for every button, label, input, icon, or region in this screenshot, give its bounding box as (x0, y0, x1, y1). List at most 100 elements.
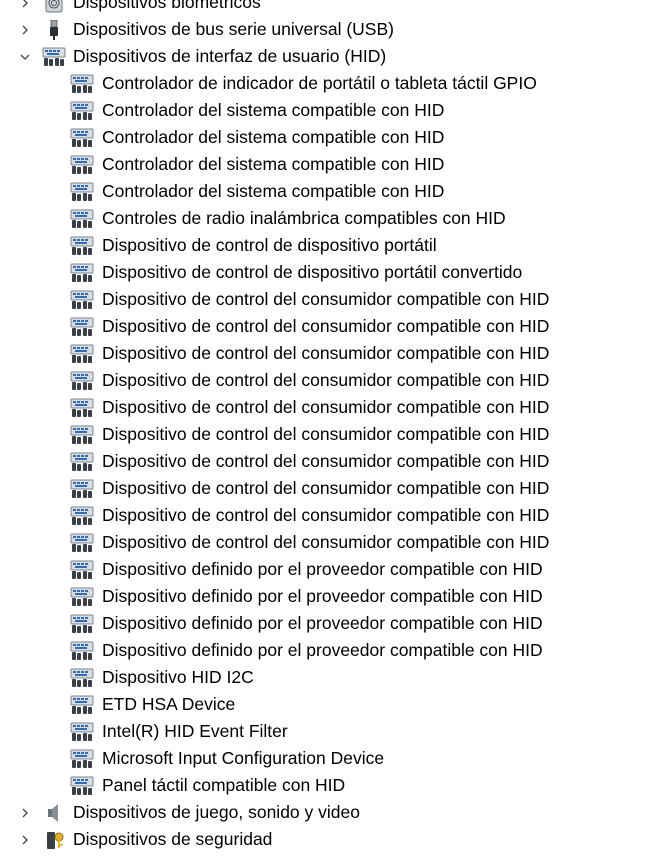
tree-item-device[interactable]: Controlador del sistema compatible con H… (0, 124, 646, 151)
tree-item-device[interactable]: Dispositivo definido por el proveedor co… (0, 637, 646, 664)
tree-item-device[interactable]: Dispositivo de control del consumidor co… (0, 529, 646, 556)
tree-item-label: Panel táctil compatible con HID (102, 775, 346, 795)
tree-item-label: ETD HSA Device (102, 694, 236, 714)
tree-item-label: Dispositivo de control del consumidor co… (102, 289, 550, 309)
tree-item-device[interactable]: Dispositivo de control del consumidor co… (0, 313, 646, 340)
tree-item-label: Dispositivo de control del consumidor co… (102, 451, 550, 471)
tree-item-label: Dispositivo de control de dispositivo po… (102, 262, 523, 282)
hid-device-icon (70, 263, 94, 283)
hid-device-icon (70, 344, 94, 364)
tree-item-label: Controles de radio inalámbrica compatibl… (102, 208, 506, 228)
hid-device-icon (70, 776, 94, 796)
tree-item-label: Dispositivo HID I2C (102, 667, 254, 687)
tree-category-label: Dispositivos de interfaz de usuario (HID… (73, 46, 387, 66)
tree-item-device[interactable]: Dispositivo de control de dispositivo po… (0, 232, 646, 259)
tree-item-label: Dispositivo definido por el proveedor co… (102, 559, 543, 579)
tree-item-device[interactable]: Dispositivo HID I2C (0, 664, 646, 691)
hid-device-icon (70, 155, 94, 175)
tree-item-label: Dispositivo definido por el proveedor co… (102, 613, 543, 633)
hid-device-icon (70, 236, 94, 256)
tree-item-label: Dispositivo de control del consumidor co… (102, 505, 550, 525)
tree-item-device[interactable]: Controlador del sistema compatible con H… (0, 178, 646, 205)
tree-item-device[interactable]: Dispositivo de control del consumidor co… (0, 286, 646, 313)
hid-device-icon (70, 506, 94, 526)
tree-item-label: Controlador de indicador de portátil o t… (102, 73, 537, 93)
hid-device-icon (70, 425, 94, 445)
hid-device-icon (70, 533, 94, 553)
device-tree[interactable]: Dispositivos biométricos Dispositivos de… (0, 0, 646, 853)
tree-category-dispositivos-biometricos[interactable]: Dispositivos biométricos (0, 0, 646, 16)
tree-item-label: Dispositivo de control del consumidor co… (102, 532, 550, 552)
tree-category-dispositivos-de-interfaz-de-usuario-hid[interactable]: Dispositivos de interfaz de usuario (HID… (0, 43, 646, 70)
hid-device-icon (70, 560, 94, 580)
security-key-icon (42, 830, 66, 850)
tree-category-dispositivos-de-juego-sonido-y-video[interactable]: Dispositivos de juego, sonido y video (0, 799, 646, 826)
tree-item-label: Microsoft Input Configuration Device (102, 748, 385, 768)
tree-item-device[interactable]: Microsoft Input Configuration Device (0, 745, 646, 772)
hid-device-icon (70, 182, 94, 202)
hid-device-icon (70, 74, 94, 94)
tree-item-device[interactable]: Dispositivo de control del consumidor co… (0, 475, 646, 502)
speaker-icon (42, 803, 66, 823)
tree-item-device[interactable]: Dispositivo definido por el proveedor co… (0, 556, 646, 583)
chevron-right-icon[interactable] (18, 0, 32, 16)
tree-category-label: Dispositivos de seguridad (73, 829, 273, 849)
fingerprint-icon (42, 0, 66, 13)
tree-item-label: Dispositivo de control del consumidor co… (102, 370, 550, 390)
tree-item-device[interactable]: Controlador de indicador de portátil o t… (0, 70, 646, 97)
tree-item-device[interactable]: Dispositivo de control del consumidor co… (0, 421, 646, 448)
tree-item-device[interactable]: Panel táctil compatible con HID (0, 772, 646, 799)
tree-category-label: Dispositivos de bus serie universal (USB… (73, 19, 394, 39)
hid-device-icon (70, 371, 94, 391)
tree-item-label: Dispositivo de control del consumidor co… (102, 343, 550, 363)
tree-item-device[interactable]: Intel(R) HID Event Filter (0, 718, 646, 745)
tree-item-device[interactable]: Dispositivo de control del consumidor co… (0, 340, 646, 367)
hid-device-icon (70, 587, 94, 607)
hid-device-icon (70, 290, 94, 310)
tree-item-label: Intel(R) HID Event Filter (102, 721, 288, 741)
tree-item-label: Controlador del sistema compatible con H… (102, 127, 445, 147)
tree-item-device[interactable]: Dispositivo definido por el proveedor co… (0, 583, 646, 610)
hid-device-icon (70, 398, 94, 418)
tree-item-label: Dispositivo de control del consumidor co… (102, 316, 550, 336)
tree-item-label: Controlador del sistema compatible con H… (102, 100, 445, 120)
hid-device-icon (70, 128, 94, 148)
tree-item-device[interactable]: Dispositivo de control del consumidor co… (0, 367, 646, 394)
hid-device-icon (70, 614, 94, 634)
chevron-right-icon[interactable] (18, 799, 32, 826)
tree-item-device[interactable]: ETD HSA Device (0, 691, 646, 718)
tree-item-device[interactable]: Dispositivo de control del consumidor co… (0, 394, 646, 421)
hid-device-icon (70, 479, 94, 499)
chevron-right-icon[interactable] (18, 826, 32, 853)
hid-device-icon (70, 641, 94, 661)
tree-item-device[interactable]: Dispositivo definido por el proveedor co… (0, 610, 646, 637)
hid-device-icon (70, 101, 94, 121)
tree-item-device[interactable]: Controlador del sistema compatible con H… (0, 151, 646, 178)
tree-item-device[interactable]: Dispositivo de control de dispositivo po… (0, 259, 646, 286)
hid-device-icon (70, 695, 94, 715)
tree-item-label: Dispositivo de control del consumidor co… (102, 424, 550, 444)
usb-icon (42, 19, 66, 40)
chevron-down-icon[interactable] (18, 43, 32, 70)
tree-item-device[interactable]: Dispositivo de control del consumidor co… (0, 502, 646, 529)
hid-device-icon (70, 722, 94, 742)
hid-device-icon (70, 749, 94, 769)
hid-device-icon (70, 317, 94, 337)
tree-category-dispositivos-de-bus-serie-universal-usb[interactable]: Dispositivos de bus serie universal (USB… (0, 16, 646, 43)
chevron-right-icon[interactable] (18, 16, 32, 43)
hid-device-icon (70, 209, 94, 229)
tree-item-label: Dispositivo definido por el proveedor co… (102, 586, 543, 606)
tree-item-label: Dispositivo de control de dispositivo po… (102, 235, 437, 255)
tree-item-device[interactable]: Controlador del sistema compatible con H… (0, 97, 646, 124)
tree-item-label: Dispositivo de control del consumidor co… (102, 478, 550, 498)
tree-category-dispositivos-de-seguridad[interactable]: Dispositivos de seguridad (0, 826, 646, 853)
tree-item-device[interactable]: Controles de radio inalámbrica compatibl… (0, 205, 646, 232)
tree-item-label: Dispositivo definido por el proveedor co… (102, 640, 543, 660)
tree-item-label: Dispositivo de control del consumidor co… (102, 397, 550, 417)
tree-item-device[interactable]: Dispositivo de control del consumidor co… (0, 448, 646, 475)
tree-item-label: Controlador del sistema compatible con H… (102, 181, 445, 201)
tree-item-label: Controlador del sistema compatible con H… (102, 154, 445, 174)
hid-device-icon (70, 452, 94, 472)
hid-device-icon (42, 47, 66, 67)
hid-device-icon (70, 668, 94, 688)
